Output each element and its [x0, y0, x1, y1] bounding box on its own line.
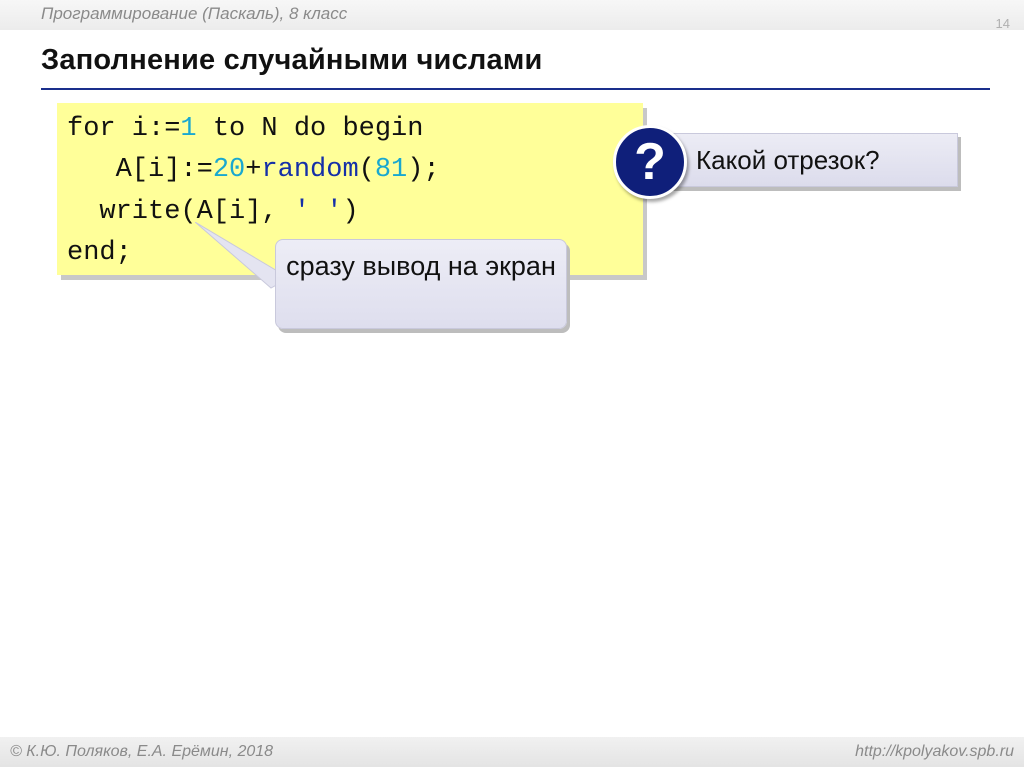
code-line-4: end;	[67, 240, 132, 267]
question-mark-icon: ?	[613, 125, 687, 199]
code-plus: +	[245, 155, 262, 185]
slide-number: 14	[995, 16, 1010, 31]
course-label: Программирование (Паскаль), 8 класс	[41, 4, 348, 23]
code-to-n-do-begin: to N do begin	[196, 114, 424, 144]
code-for: for i:=	[67, 114, 181, 144]
code-number-base: 20	[212, 155, 246, 185]
footer-copyright: © К.Ю. Поляков, Е.А. Ерёмин, 2018	[10, 743, 274, 760]
code-line-2: A[i]:=20+random(81);	[67, 157, 440, 184]
code-line-1: for i:=1 to N do begin	[67, 116, 423, 143]
title-rule	[41, 88, 990, 90]
code-assign: A[i]:=	[67, 155, 213, 185]
footer-bar: © К.Ю. Поляков, Е.А. Ерёмин, 2018 http:/…	[0, 737, 1024, 767]
code-number-start: 1	[180, 114, 197, 144]
slide: Программирование (Паскаль), 8 класс 14 З…	[0, 0, 1024, 767]
header-bar: Программирование (Паскаль), 8 класс 14	[0, 0, 1024, 31]
code-random-func: random	[261, 155, 359, 185]
question-text: Какой отрезок?	[696, 145, 880, 175]
code-open-paren: (	[358, 155, 375, 185]
footer-url: http://kpolyakov.spb.ru	[855, 743, 1014, 760]
note-callout: сразу вывод на экран	[275, 239, 567, 329]
code-write-close: )	[342, 197, 359, 227]
note-text: сразу вывод на экран	[286, 251, 556, 281]
slide-title: Заполнение случайными числами	[41, 44, 543, 76]
code-end: end;	[67, 238, 132, 268]
code-number-arg: 81	[374, 155, 408, 185]
code-close: );	[407, 155, 440, 185]
question-callout: Какой отрезок?	[650, 133, 958, 187]
